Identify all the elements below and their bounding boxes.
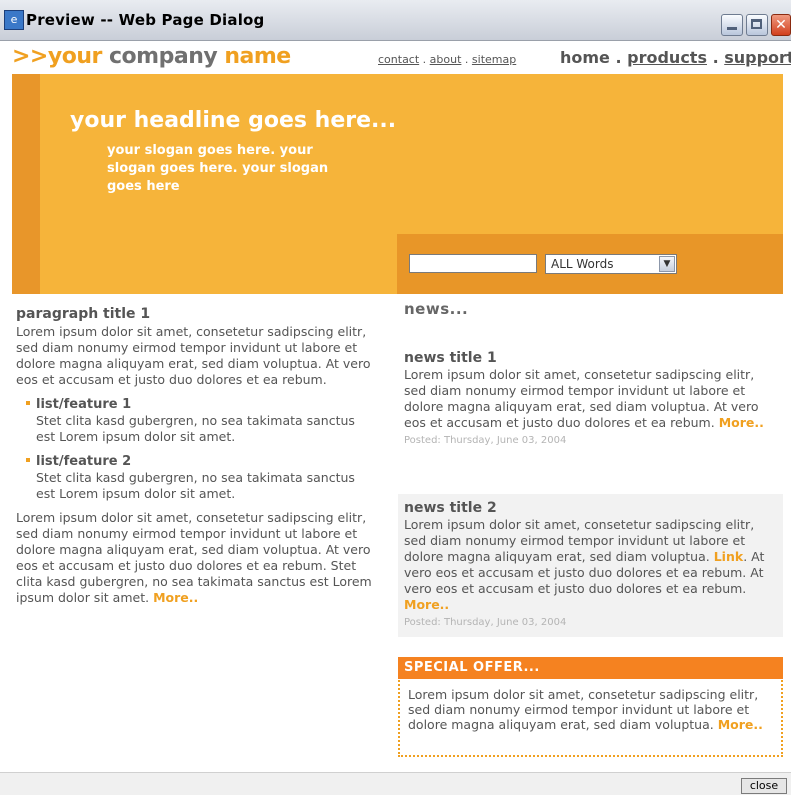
feature-title: list/feature 2 — [36, 454, 132, 469]
search-input[interactable] — [409, 254, 537, 273]
feature-text: Stet clita kasd gubergren, no sea takima… — [36, 470, 355, 501]
maximize-button[interactable] — [746, 14, 768, 36]
utility-links: contact . about . sitemap — [378, 53, 516, 66]
paragraph-text-2: Lorem ipsum dolor sit amet, consetetur s… — [16, 510, 376, 606]
link-separator: . — [464, 53, 469, 66]
paragraph-title: paragraph title 1 — [16, 306, 151, 322]
window-titlebar: e Preview -- Web Page Dialog ✕ — [0, 0, 791, 41]
posted-date: Posted: Thursday, June 03, 2004 — [404, 617, 567, 628]
logo-your: your — [47, 44, 102, 69]
about-link[interactable]: about — [430, 53, 462, 66]
search-mode-value: ALL Words — [551, 257, 614, 271]
nav-separator: . — [615, 48, 622, 67]
window-title: Preview -- Web Page Dialog — [26, 11, 265, 29]
contact-link[interactable]: contact — [378, 53, 419, 66]
search-mode-select[interactable]: ALL Words ▼ — [545, 254, 677, 274]
special-offer-text: Lorem ipsum dolor sit amet, consetetur s… — [408, 687, 768, 732]
feature-text: Stet clita kasd gubergren, no sea takima… — [36, 413, 355, 444]
news-title: news title 2 — [404, 500, 497, 516]
inline-link[interactable]: Link — [714, 549, 743, 564]
nav-home[interactable]: home — [560, 48, 610, 67]
search-bar: ALL Words ▼ — [397, 234, 783, 294]
offer-body: Lorem ipsum dolor sit amet, consetetur s… — [408, 687, 759, 732]
news-item: news title 2 Lorem ipsum dolor sit amet,… — [398, 494, 783, 637]
logo-arrows: >> — [12, 44, 48, 69]
news-heading: news... — [404, 300, 469, 318]
hero-headline: your headline goes here... — [70, 108, 397, 133]
bullet-icon — [26, 401, 30, 405]
nav-separator: . — [712, 48, 719, 67]
news-body: Lorem ipsum dolor sit amet, consetetur s… — [404, 367, 759, 430]
minimize-button[interactable] — [721, 14, 743, 36]
window-close-button[interactable]: ✕ — [771, 14, 791, 36]
hero-stripe — [12, 74, 40, 294]
hero-slogan: your slogan goes here. your slogan goes … — [107, 143, 329, 194]
bullet-icon — [26, 458, 30, 462]
link-separator: . — [422, 53, 427, 66]
ie-page-icon: e — [4, 10, 24, 30]
special-offer-box: SPECIAL OFFER... Lorem ipsum dolor sit a… — [398, 657, 783, 757]
news-item: news title 1 Lorem ipsum dolor sit amet,… — [398, 344, 783, 455]
main-content: paragraph title 1 Lorem ipsum dolor sit … — [16, 306, 376, 606]
nav-products[interactable]: products — [627, 48, 707, 67]
feature-item: list/feature 2 Stet clita kasd gubergren… — [26, 453, 376, 502]
feature-title: list/feature 1 — [36, 397, 132, 412]
sitemap-link[interactable]: sitemap — [472, 53, 516, 66]
more-link[interactable]: More.. — [718, 717, 763, 732]
special-offer-heading: SPECIAL OFFER... — [398, 657, 783, 679]
main-nav: home . products . support — [560, 48, 791, 67]
more-link[interactable]: More.. — [153, 590, 198, 605]
news-body: Lorem ipsum dolor sit amet, consetetur s… — [404, 517, 755, 564]
logo-company: company — [109, 44, 218, 69]
hero-banner: your headline goes here... your slogan g… — [12, 74, 783, 294]
posted-date: Posted: Thursday, June 03, 2004 — [404, 435, 567, 446]
logo-name: name — [224, 44, 291, 69]
more-link[interactable]: More.. — [404, 597, 449, 612]
chevron-down-icon[interactable]: ▼ — [659, 256, 675, 272]
dialog-footer — [0, 772, 791, 795]
news-text: Lorem ipsum dolor sit amet, consetetur s… — [404, 517, 777, 613]
company-logo[interactable]: >>your company name — [12, 44, 291, 69]
nav-support[interactable]: support — [724, 48, 791, 67]
close-button[interactable]: close — [741, 778, 787, 794]
news-text: Lorem ipsum dolor sit amet, consetetur s… — [404, 367, 777, 431]
news-title: news title 1 — [404, 350, 497, 366]
paragraph-text: Lorem ipsum dolor sit amet, consetetur s… — [16, 324, 371, 387]
feature-item: list/feature 1 Stet clita kasd gubergren… — [26, 396, 376, 445]
more-link[interactable]: More.. — [719, 415, 764, 430]
